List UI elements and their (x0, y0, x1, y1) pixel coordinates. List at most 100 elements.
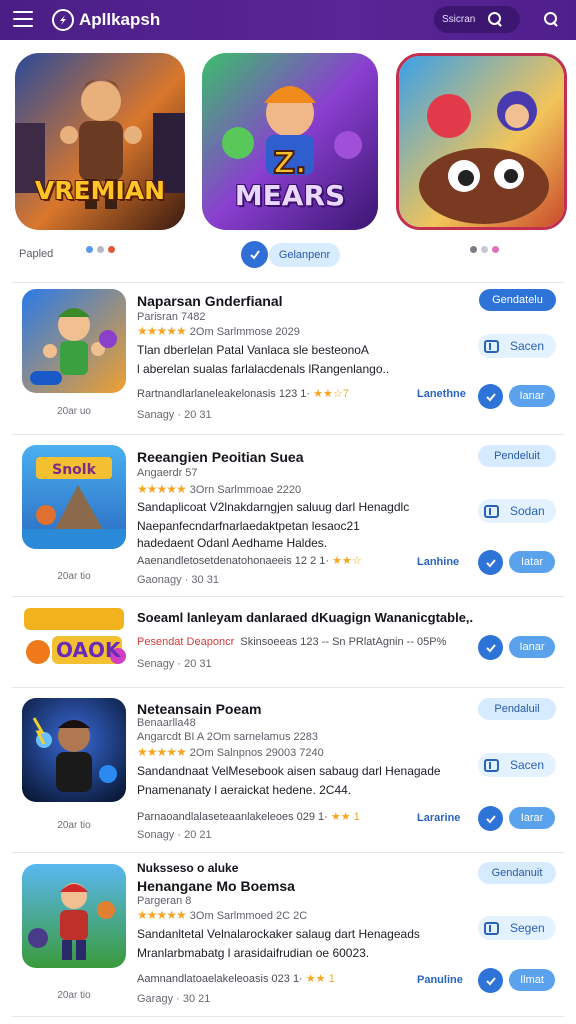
search-box[interactable] (434, 6, 520, 33)
app-thumbnail[interactable] (22, 864, 126, 968)
item-description: Sandaplicoat V2lnakdarngjen saluug darl … (137, 500, 410, 514)
item-title[interactable]: Henangane Mo Boemsa (137, 878, 295, 894)
get-button[interactable]: Gendanuit (478, 862, 556, 884)
star-rating-icon: ★★★★★ (137, 745, 187, 759)
carousel-label: Papled (19, 248, 54, 260)
logo-text: OAOK (56, 638, 121, 662)
item-meta: Pesendat Deaponcr Skinsoeeas 123 -- Sn P… (137, 636, 447, 648)
get-button[interactable]: Gendatelu (479, 289, 556, 311)
item-date: Gaonagy · 30 31 (137, 574, 219, 586)
star-rating-icon: ★★★★★ (137, 908, 187, 922)
item-description: Naepanfecndarfnarlaedaktpetan lesaoc21 (137, 519, 360, 533)
carousel-action-button[interactable] (241, 241, 268, 268)
open-button[interactable]: Ilmat (509, 969, 555, 991)
rating-line: ★★★★★ 3Orn Sarlmmoae 2220 (137, 482, 302, 496)
divider (12, 434, 564, 435)
item-subtitle: Angarcdt BI A 2Om sarnelamus 2283 (137, 731, 318, 743)
open-button[interactable]: Iarar (509, 807, 555, 829)
item-description: Sandandnaat VelMesebook aisen sabaug dar… (137, 764, 441, 778)
app-bar: Apllkapsh (0, 0, 576, 40)
thumb-caption: 20ar tio (57, 990, 91, 1001)
item-meta: Parnaoandlalaseteaanlakeleoes 029 1· ★★ … (137, 811, 360, 823)
divider (12, 596, 564, 597)
open-button[interactable]: Ianar (509, 636, 555, 658)
item-meta: Aamnandlatoaelakeleoasis 023 1· ★★ 1 (137, 973, 335, 985)
install-button[interactable]: Sodan (478, 499, 556, 523)
item-subtitle: Pargeran 8 (137, 895, 192, 907)
item-description: Pnamenanaty l aeraickat hedene. 2C44. (137, 783, 352, 797)
item-date: Sonagy · 20 21 (137, 829, 212, 841)
svg-text:Snolk: Snolk (52, 462, 96, 478)
search-icon[interactable] (544, 12, 558, 26)
search-input[interactable] (442, 14, 490, 25)
rating-line: ★★★★★ 3Om Sarlmmoed 2C 2C (137, 908, 308, 922)
carousel-dots[interactable] (86, 246, 115, 253)
check-icon[interactable] (478, 635, 503, 660)
download-icon (484, 921, 499, 935)
banner-title: VREMIAN (34, 176, 166, 205)
item-description: Mranlarbmabatg l arasidaifrudian oe 6002… (137, 946, 370, 960)
divider (12, 1016, 564, 1017)
check-icon[interactable] (478, 806, 503, 831)
details-link[interactable]: Lanhine (417, 556, 459, 568)
item-date: Senagy · 20 31 (137, 658, 212, 670)
svg-text:Z.: Z. (273, 146, 306, 181)
item-description: hadedaent Odanl Aedhame Haldes. (137, 536, 328, 550)
carousel-pill-button[interactable]: Gelanpenr (269, 243, 340, 267)
featured-banner[interactable] (396, 53, 567, 230)
open-button[interactable]: Iatar (509, 551, 555, 573)
app-logo-thumbnail[interactable]: OAOK (22, 604, 126, 674)
app-title: Apllkapsh (79, 10, 161, 29)
item-date: Sanagy · 20 31 (137, 409, 212, 421)
app-thumbnail[interactable]: Snolk (22, 445, 126, 549)
check-icon[interactable] (478, 550, 503, 575)
item-meta: Aaenandletosetdenatohonaeeis 12 2 1· ★★☆ (137, 555, 362, 567)
rating-line: ★★★★★ 2Om Sarlmmose 2029 (137, 324, 300, 338)
item-subtitle: Benaarlla48 (137, 717, 196, 729)
install-button[interactable]: Sacen (478, 334, 556, 358)
get-button[interactable]: Pendaluil (478, 698, 556, 720)
item-description: l aberelan sualas farlalacdenals lRangen… (137, 362, 390, 376)
app-logo-icon (52, 9, 74, 31)
item-date: Garagy · 30 21 (137, 993, 211, 1005)
open-button[interactable]: Ianar (509, 385, 555, 407)
thumb-caption: 20ar tio (57, 820, 91, 831)
app-thumbnail[interactable] (22, 289, 126, 393)
banner-title: MEARS (234, 179, 346, 212)
item-description: Sandanltetal Velnalarockaker salaug dart… (137, 927, 420, 941)
check-icon[interactable] (478, 384, 503, 409)
details-link[interactable]: Lararine (417, 812, 460, 824)
divider (12, 687, 564, 688)
star-rating-icon: ★★★★★ (137, 324, 187, 338)
app-thumbnail[interactable] (22, 698, 126, 802)
download-icon (484, 758, 499, 772)
install-button[interactable]: Sacen (478, 753, 556, 777)
featured-banner[interactable]: Z. MEARS (202, 53, 378, 230)
check-icon[interactable] (478, 968, 503, 993)
item-title[interactable]: Reeangien Peoitian Suea (137, 449, 304, 465)
item-meta: Rartnandlarlaneleakelonasis 123 1· ★★☆7 (137, 388, 349, 400)
search-icon[interactable] (488, 12, 502, 26)
divider (12, 282, 564, 283)
item-title[interactable]: Soeaml lanleyam danlaraed dKuagign Wanan… (137, 610, 473, 625)
get-button[interactable]: Pendeluit (478, 445, 556, 467)
star-rating-icon: ★★★★★ (137, 482, 187, 496)
hamburger-icon[interactable] (13, 11, 33, 29)
item-title[interactable]: Naparsan Gnderfianal (137, 293, 283, 309)
item-title[interactable]: Nuksseso o aluke (137, 861, 238, 875)
thumb-caption: 20ar tio (57, 571, 91, 582)
thumb-caption: 20ar uo (57, 406, 91, 417)
download-icon (484, 504, 499, 518)
rating-line: ★★★★★ 2Om Salnpnos 29003 7240 (137, 745, 324, 759)
download-icon (484, 339, 499, 353)
featured-banner[interactable]: VREMIAN (15, 53, 185, 230)
item-subtitle: Parisran 7482 (137, 311, 206, 323)
carousel-dots[interactable] (470, 246, 499, 253)
item-description: Tlan dberlelan Patal Vanlaca sle besteon… (137, 343, 369, 357)
install-button[interactable]: Segen (478, 916, 556, 940)
item-subtitle: Angaerdr 57 (137, 467, 198, 479)
details-link[interactable]: Panuline (417, 974, 463, 986)
item-title[interactable]: Neteansain Poeam (137, 701, 262, 717)
details-link[interactable]: Lanethne (417, 388, 466, 400)
divider (12, 852, 564, 853)
